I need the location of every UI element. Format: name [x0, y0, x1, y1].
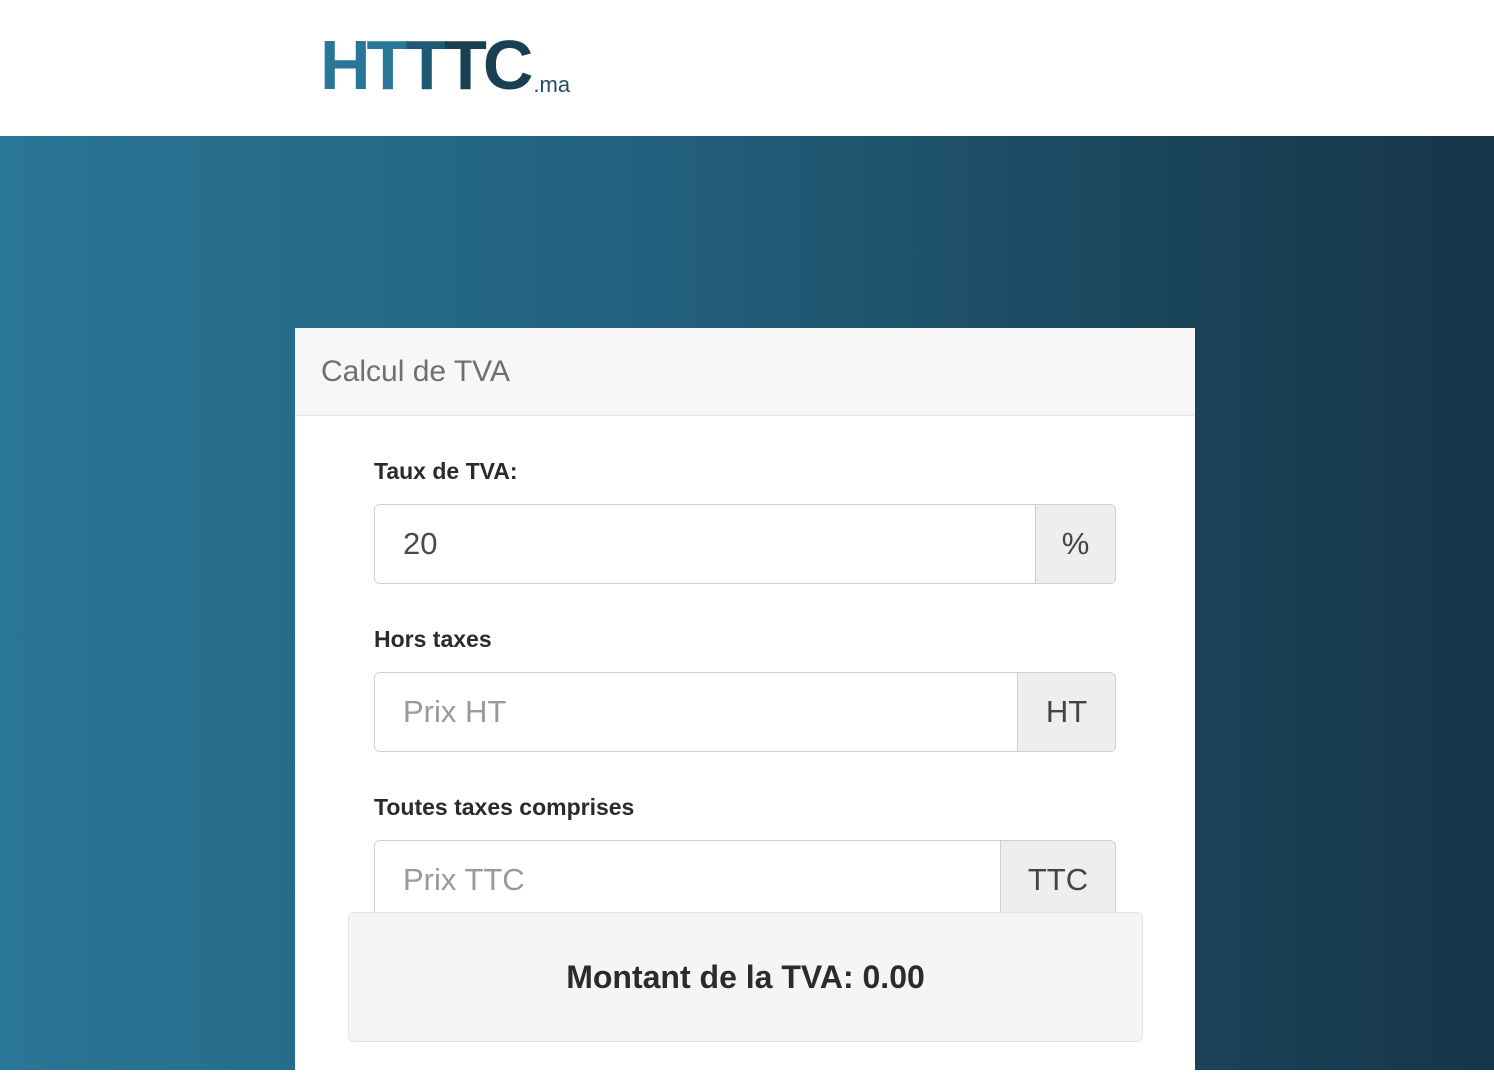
tva-amount-result: Montant de la TVA: 0.00 — [348, 912, 1143, 1042]
card-header: Calcul de TVA — [295, 328, 1195, 416]
ht-price-field: Hors taxes HT — [374, 626, 1116, 752]
site-logo[interactable]: HTTTC .ma — [320, 30, 570, 100]
ttc-price-label: Toutes taxes comprises — [374, 794, 635, 820]
logo-wordmark: HTTTC — [320, 26, 533, 104]
ht-price-label: Hors taxes — [374, 626, 492, 652]
calculator-form: Taux de TVA: % Hors taxes HT Toutes taxe… — [374, 458, 1116, 920]
logo-domain-suffix: .ma — [533, 72, 571, 97]
ht-price-input[interactable] — [375, 673, 1017, 751]
ttc-price-input[interactable] — [375, 841, 1000, 919]
ttc-addon: TTC — [1000, 841, 1115, 919]
tva-amount-text: Montant de la TVA: 0.00 — [566, 958, 925, 995]
vat-calculator-card: Calcul de TVA Taux de TVA: % Hors taxes … — [295, 328, 1195, 1088]
ht-price-input-group: HT — [374, 672, 1116, 752]
ttc-price-field: Toutes taxes comprises TTC — [374, 794, 1116, 920]
tva-rate-input-group: % — [374, 504, 1116, 584]
card-title: Calcul de TVA — [321, 354, 510, 388]
site-header: HTTTC .ma — [0, 0, 1494, 136]
tva-rate-label: Taux de TVA: — [374, 458, 518, 484]
percent-addon: % — [1035, 505, 1115, 583]
ht-addon: HT — [1017, 673, 1115, 751]
ttc-price-input-group: TTC — [374, 840, 1116, 920]
tva-rate-input[interactable] — [375, 505, 1035, 583]
tva-rate-field: Taux de TVA: % — [374, 458, 1116, 584]
